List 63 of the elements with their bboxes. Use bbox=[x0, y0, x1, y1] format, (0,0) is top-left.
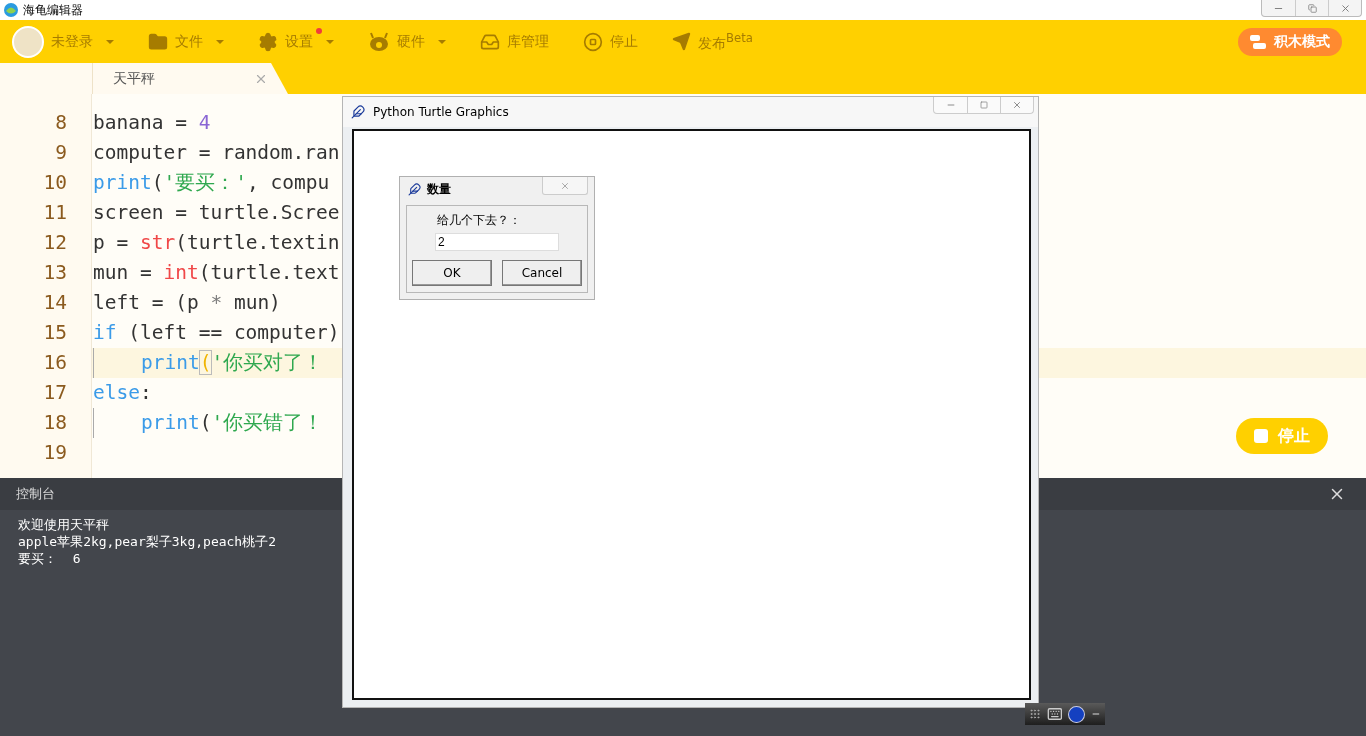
close-icon bbox=[560, 180, 570, 191]
line-number: 15 bbox=[42, 320, 67, 346]
code-line: banana = 4 bbox=[93, 110, 211, 136]
line-number: 13 bbox=[42, 260, 67, 286]
line-number: 17 bbox=[42, 380, 67, 406]
line-number: 9 bbox=[54, 140, 67, 166]
stop-button[interactable]: 停止 bbox=[1236, 418, 1328, 454]
dialog-title: 数量 bbox=[427, 181, 452, 198]
code-line: screen = turtle.Scree bbox=[93, 200, 340, 226]
grip-icon[interactable] bbox=[1029, 708, 1041, 720]
stop-icon bbox=[1254, 429, 1268, 443]
close-icon bbox=[1012, 100, 1022, 110]
code-line: computer = random.ran bbox=[93, 140, 340, 166]
help-icon[interactable] bbox=[1068, 705, 1086, 723]
app-title: 海龟编辑器 bbox=[23, 1, 84, 19]
toolbar-menu-item[interactable]: 发布$^{Beta}$ bbox=[672, 30, 753, 53]
restore-icon bbox=[1307, 3, 1317, 13]
robot-face-icon bbox=[368, 31, 390, 52]
toolbar-menu-item[interactable]: 停止 bbox=[583, 31, 638, 52]
code-line: print('你买对了！ bbox=[141, 350, 324, 376]
stop-icon bbox=[583, 31, 603, 52]
dialog-button[interactable]: OK bbox=[412, 260, 492, 286]
toolbar-menu-item[interactable]: 未登录 bbox=[12, 25, 114, 58]
line-number: 10 bbox=[42, 170, 67, 196]
line-number: 8 bbox=[54, 110, 67, 136]
close-icon bbox=[1339, 2, 1351, 14]
toolbar-menu-item[interactable]: 设置 bbox=[258, 31, 334, 52]
toolbar-menu-item[interactable]: 文件 bbox=[148, 31, 224, 52]
console-output: apple苹果2kg,pear梨子3kg,peach桃子2 bbox=[18, 533, 277, 550]
code-line: mun = int(turtle.text bbox=[93, 260, 340, 286]
settings-icon bbox=[258, 31, 278, 52]
feather-icon bbox=[351, 105, 365, 119]
console-output: 欢迎使用天平秤 bbox=[18, 516, 110, 533]
feather-icon bbox=[408, 183, 421, 196]
line-number: 11 bbox=[42, 200, 67, 226]
send-icon bbox=[672, 32, 691, 51]
code-line: print('要买：', compu bbox=[93, 170, 330, 196]
code-line: p = str(turtle.textin bbox=[93, 230, 340, 256]
code-line: if (left == computer) bbox=[93, 320, 340, 346]
app-logo-icon bbox=[3, 2, 19, 18]
code-line: left = (p * mun) bbox=[93, 290, 281, 316]
input-field[interactable]: 2 bbox=[435, 233, 559, 251]
dialog-button[interactable]: Cancel bbox=[502, 260, 582, 286]
prompt-label: 给几个下去？： bbox=[437, 212, 522, 229]
folder-icon bbox=[148, 31, 168, 52]
line-number: 14 bbox=[42, 290, 67, 316]
maximize-icon bbox=[980, 101, 988, 109]
toolbar-menu-item[interactable]: 库管理 bbox=[480, 31, 549, 52]
line-number: 18 bbox=[42, 410, 67, 436]
line-number: 12 bbox=[42, 230, 67, 256]
blocks-icon bbox=[1250, 34, 1266, 49]
toolbar-menu-item[interactable]: 硬件 bbox=[368, 31, 446, 52]
line-number: 19 bbox=[42, 440, 67, 466]
console-output: 要买： 6 bbox=[18, 550, 82, 567]
file-tab[interactable]: 天平秤 bbox=[93, 63, 288, 94]
block-mode-button[interactable]: 积木模式 bbox=[1238, 27, 1342, 56]
code-line: else: bbox=[93, 380, 152, 406]
keyboard-icon[interactable] bbox=[1046, 706, 1063, 722]
window-title: Python Turtle Graphics bbox=[373, 105, 510, 119]
line-number: 16 bbox=[42, 350, 67, 376]
code-line: print('你买错了！ bbox=[141, 410, 324, 436]
avatar-icon bbox=[12, 25, 44, 58]
console-title: 控制台 bbox=[16, 485, 56, 503]
